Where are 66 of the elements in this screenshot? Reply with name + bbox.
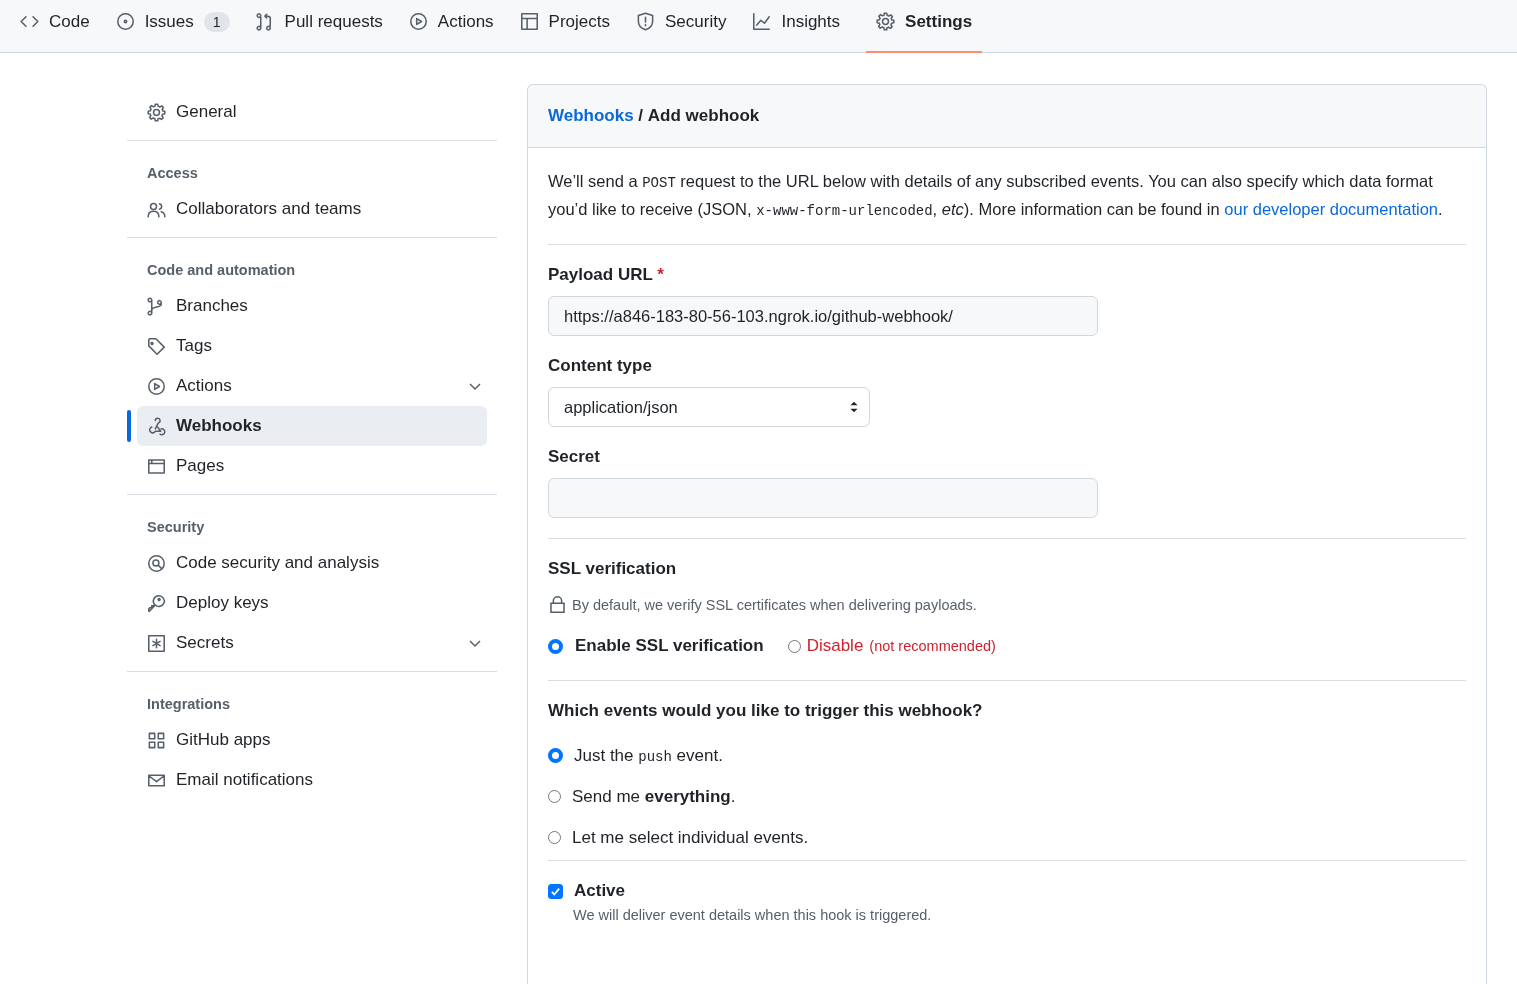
browser-icon [147,456,166,476]
sidebar-heading: Security [146,518,206,537]
shield-search-icon [147,553,166,573]
asterisk-box-icon [147,633,166,653]
field-label: Content type [548,356,653,376]
sidebar-item[interactable]: Collaborators and teams [137,189,497,229]
sidebar-heading: Integrations [146,695,231,714]
repo-tab[interactable]: Issues 1 [115,0,242,53]
repo-tab[interactable]: Insights [752,0,853,53]
sidebar-item[interactable]: Secrets [137,623,497,663]
play-icon [147,376,166,396]
repo-tab[interactable]: Code [20,0,102,53]
radio-button[interactable] [548,638,563,654]
content-type-select[interactable]: application/json [548,387,870,427]
option-hint: (not recommended) [869,638,996,654]
sidebar-heading: Code and automation [146,261,297,280]
payload-url-field[interactable]: https://a846-183-80-56-103.ngrok.io/github-webhook/ [548,296,1098,336]
secret-field[interactable] [548,478,1098,518]
sidebar-item[interactable]: General [137,92,497,132]
sidebar-heading: Access [146,164,199,183]
gear-icon [147,102,166,122]
checkbox-label: Active [574,881,626,901]
sidebar-item[interactable]: Code security and analysis [137,543,497,583]
sidebar-item[interactable]: GitHub apps [137,720,497,760]
sidebar-item[interactable]: Email notifications [137,760,497,800]
page-title: Add webhook [647,106,760,126]
repo-tab[interactable]: Security [636,0,739,53]
field-label: Payload URL [548,265,653,284]
select-arrows-icon [849,400,859,414]
sidebar-item[interactable]: Branches [137,286,497,326]
radio-button[interactable] [548,748,563,763]
tag-icon [147,336,166,356]
count-badge: 1 [203,11,230,32]
lock-icon [548,595,567,614]
key-icon [147,593,166,613]
webhook-icon [147,416,166,436]
breadcrumb-link[interactable]: Webhooks [548,106,634,126]
sidebar-item[interactable]: Pages [137,446,497,486]
gear-icon [876,12,896,31]
documentation-link[interactable]: our developer documentation [1224,200,1438,218]
repo-tab[interactable]: Actions [408,0,506,53]
option-label: Send me everything. [572,786,736,807]
required-mark: * [657,265,664,284]
option-label: Enable SSL verification [575,636,764,656]
sidebar-item[interactable]: Deploy keys [137,583,497,623]
table-icon [519,12,539,31]
repo-tab[interactable]: Pull requests [255,0,395,53]
repo-tab[interactable]: Projects [519,0,623,53]
apps-icon [147,730,166,750]
breadcrumb-separator: / [637,106,645,126]
repo-tab[interactable]: Settings [866,0,983,53]
section-heading: Which events would you like to trigger this webhook? [548,701,984,721]
sidebar-item[interactable]: Tags [137,326,497,366]
option-label: Disable [806,636,864,656]
ssl-note: By default, we verify SSL certificates when delivering payloads. [572,596,977,613]
section-heading: SSL verification [548,559,678,579]
intro-paragraph: We’ll send a POST request to the URL below with details of any subscribed events. You can also specify which data format you’d like to receive (JSON, x-www-form-urlencoded, etc). More information can be found in our developer documentation. [548,171,1444,221]
shield-icon [636,12,656,31]
graph-icon [752,12,772,31]
field-label: Secret [548,447,601,467]
option-label: Just the push event. [574,745,723,766]
option-label: Let me select individual events. [572,827,809,848]
play-icon [408,12,428,31]
checkbox-description: We will deliver event details when this hook is triggered. [573,907,933,923]
sidebar-item[interactable]: Actions [137,366,497,406]
checkbox[interactable] [548,883,563,899]
